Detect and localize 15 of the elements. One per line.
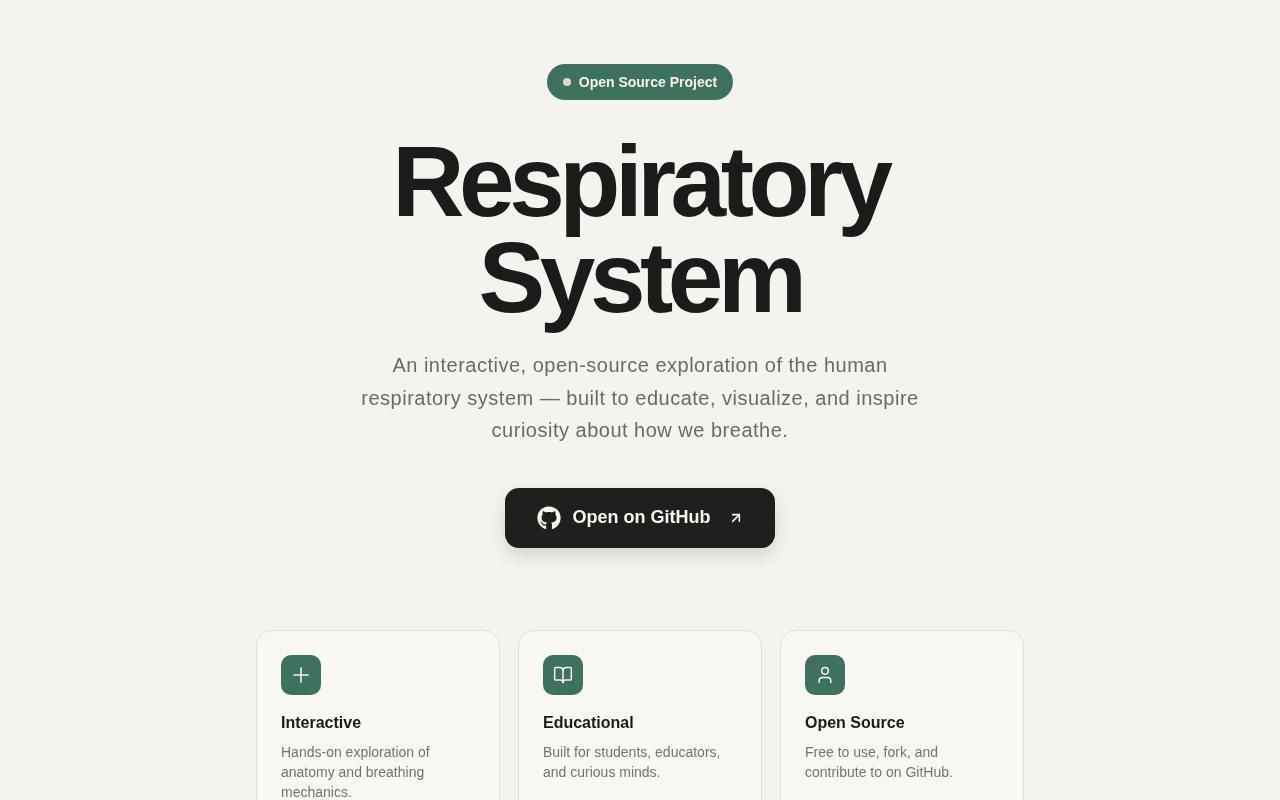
dot-icon — [562, 78, 571, 86]
github-icon — [536, 505, 561, 530]
plus-icon — [281, 654, 321, 695]
feature-title: Interactive — [281, 712, 363, 733]
hero-description: An interactive, open-source exploration of the human respiratory system — built to educate, visualize, and inspire curiosity about how we breathe. — [360, 353, 920, 443]
github-button[interactable]: Open on GitHub — [504, 487, 776, 548]
feature-description: Free to use, fork, and contribute to on GitHub. — [805, 742, 954, 782]
person-icon — [805, 654, 845, 695]
feature-title: Open Source — [805, 712, 906, 733]
open-book-icon — [543, 654, 583, 695]
badge-label: Open Source Project — [578, 74, 718, 90]
feature-title: Educational — [543, 712, 635, 733]
page-title: Respiratory System — [391, 133, 890, 335]
feature-description: Hands-on exploration of anatomy and breathing mechanics. — [281, 742, 431, 800]
feature-description: Built for students, educators, and curious minds. — [543, 742, 722, 782]
